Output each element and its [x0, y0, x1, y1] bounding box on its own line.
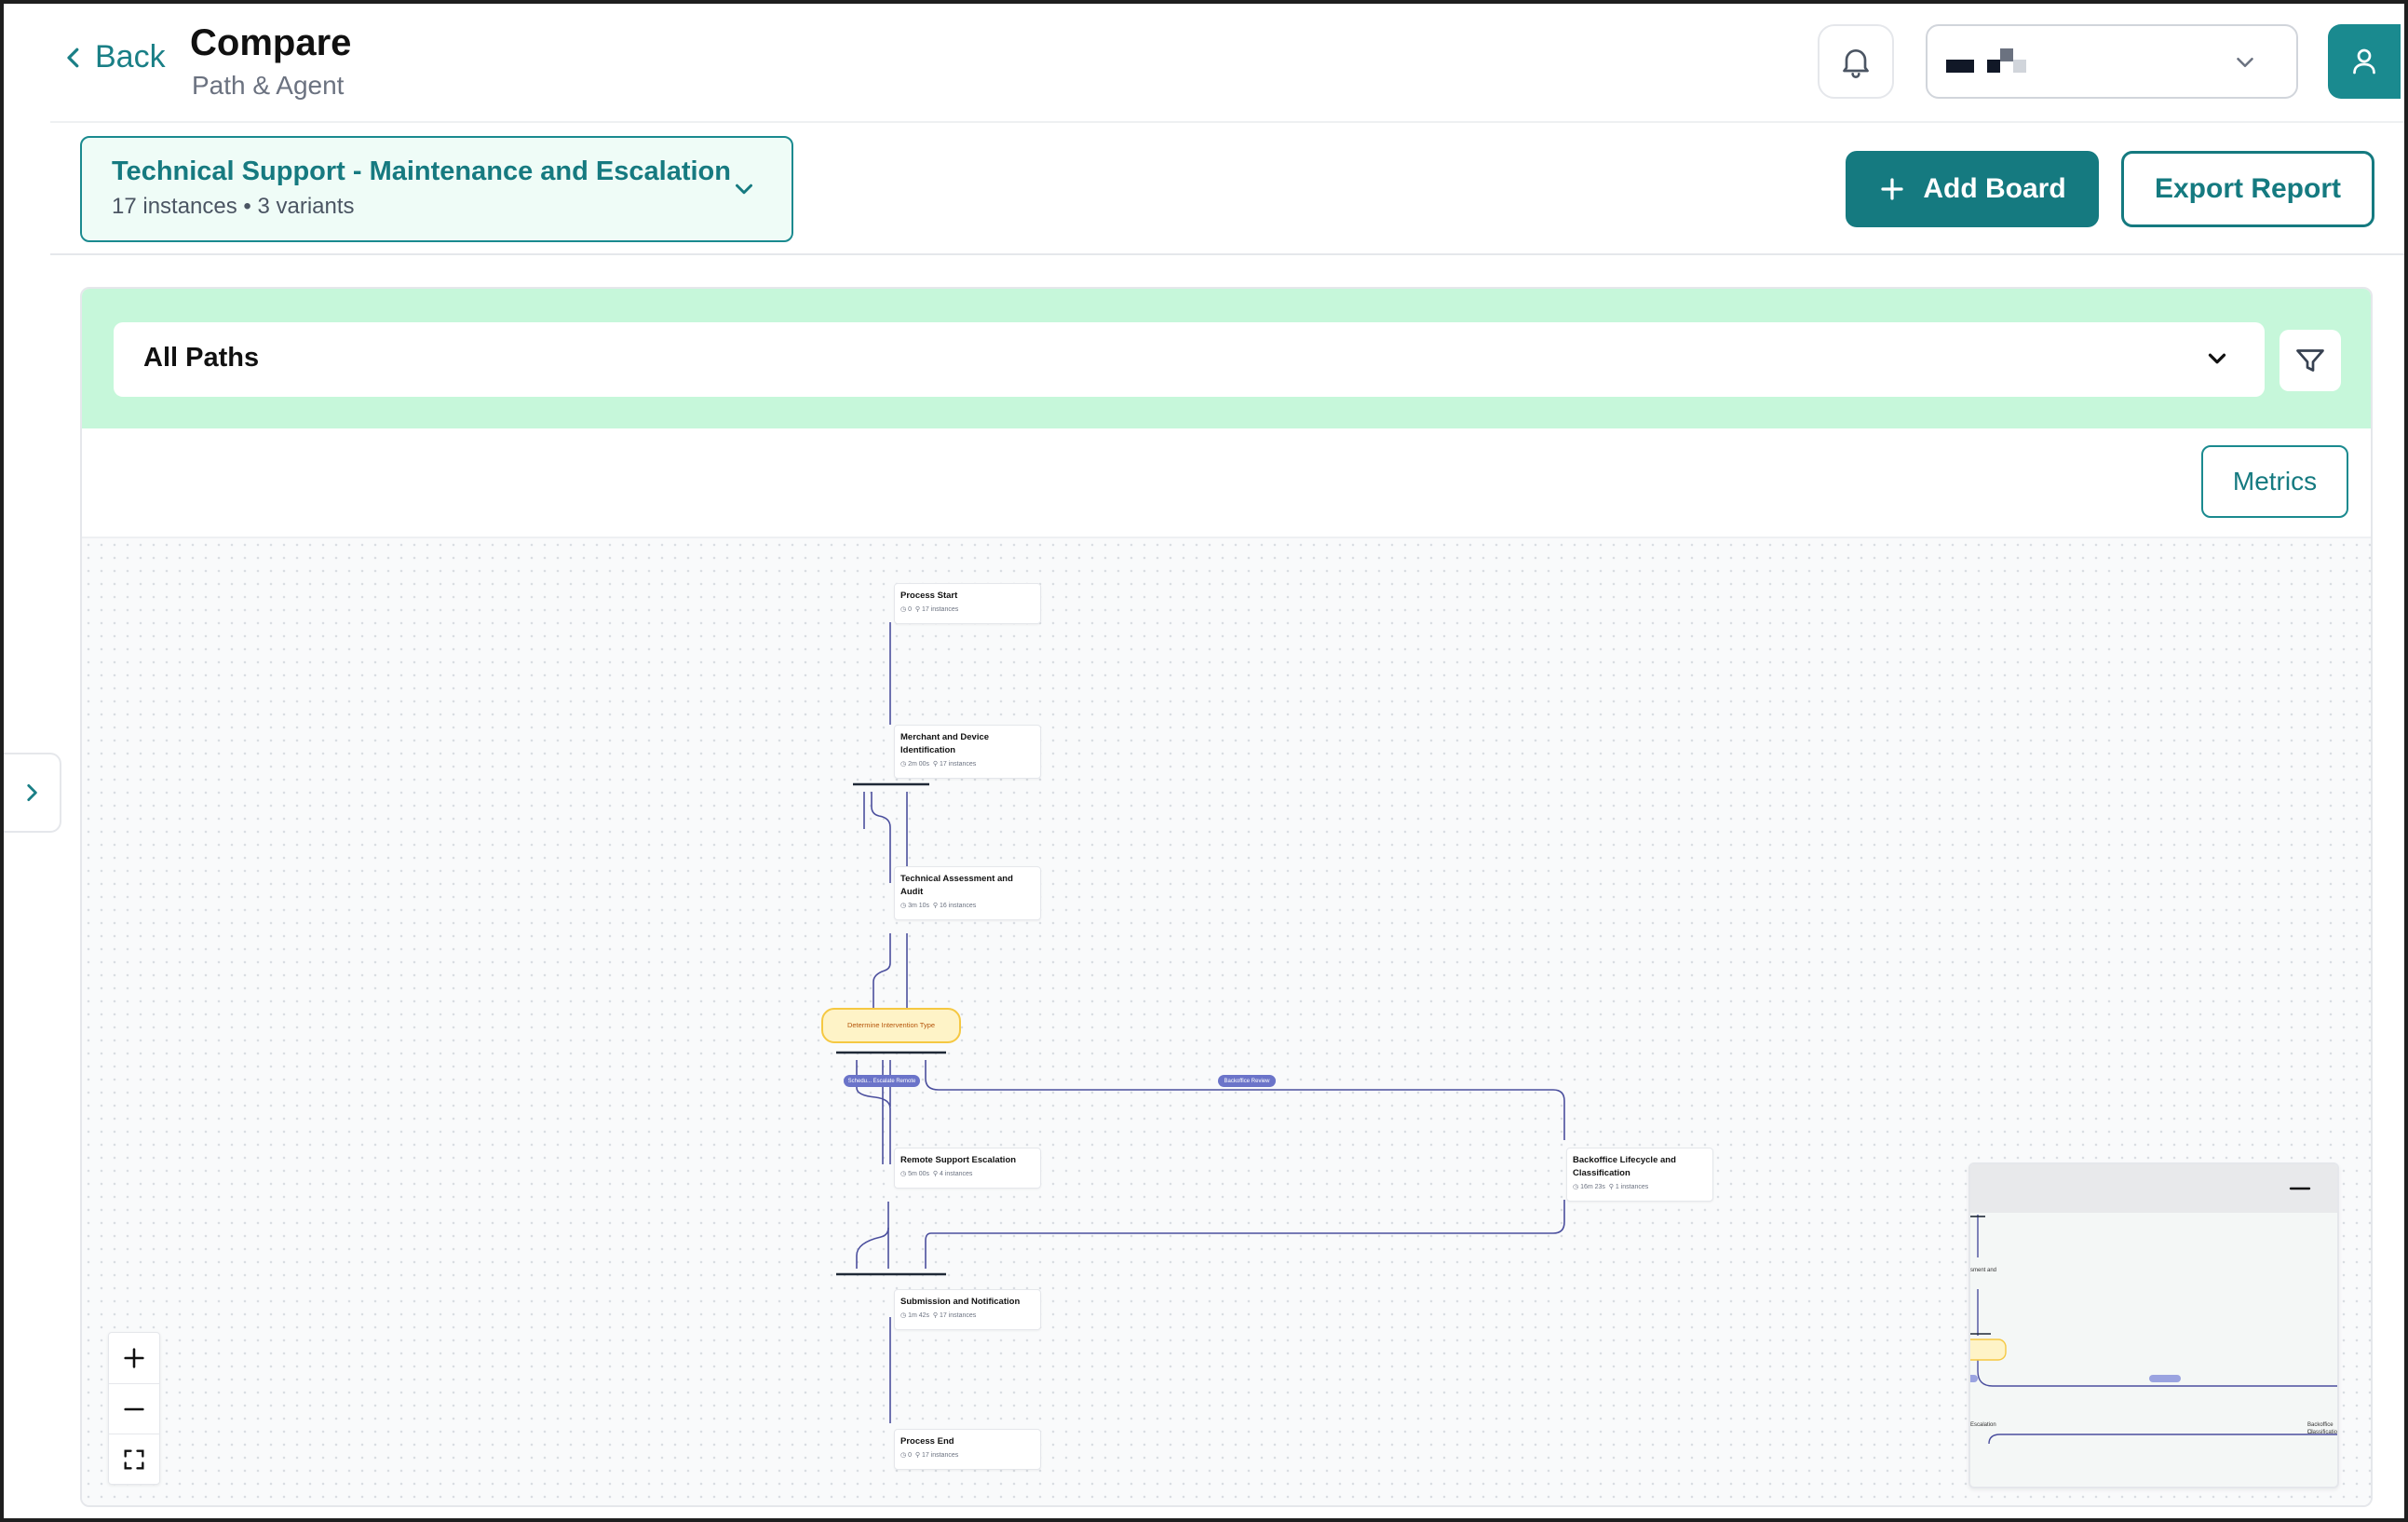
bell-icon — [1843, 49, 1869, 78]
organization-selector[interactable] — [1926, 24, 2298, 99]
node-instances: 16 instances — [940, 903, 977, 909]
branch-label-backoffice-review[interactable]: Backoffice Review — [1218, 1075, 1276, 1087]
node-title: Process Start — [900, 591, 958, 601]
node-duration: 16m 23s — [1580, 1184, 1605, 1190]
user-icon — [2353, 48, 2375, 75]
node-duration: 0 — [908, 1452, 912, 1459]
flow-node-remote-support-escalation[interactable]: Remote Support Escalation ◷ 5m 00s ⚲ 4 i… — [894, 1148, 1041, 1189]
fullscreen-icon — [124, 1449, 144, 1469]
minimap-edges — [1970, 1215, 2337, 1445]
export-report-button[interactable]: Export Report — [2121, 151, 2374, 227]
node-metrics: ◷ 0 ⚲ 17 instances — [900, 606, 959, 613]
plus-icon — [1881, 178, 1903, 200]
paths-dropdown-label: All Paths — [143, 343, 260, 373]
edge — [856, 1227, 889, 1269]
node-instances: 17 instances — [921, 606, 959, 613]
back-button[interactable]: Back — [60, 39, 166, 75]
node-duration: 2m 00s — [908, 761, 930, 768]
flow-node-backoffice-lifecycle[interactable]: Backoffice Lifecycle and Classification … — [1566, 1148, 1713, 1202]
node-title: Merchant and Device Identification — [900, 732, 990, 755]
header-divider — [50, 121, 2404, 123]
flow-node-process-end[interactable]: Process End ◷ 0 ⚲ 17 instances — [894, 1429, 1041, 1470]
process-selector[interactable]: Technical Support - Maintenance and Esca… — [80, 136, 793, 242]
edge — [925, 1200, 1565, 1269]
metrics-button[interactable]: Metrics — [2201, 445, 2348, 518]
node-title: Submission and Notification — [900, 1297, 1021, 1307]
zoom-out-button[interactable] — [109, 1383, 159, 1434]
edge — [873, 933, 891, 1010]
plus-icon — [124, 1348, 144, 1368]
flow-node-submission-notification[interactable]: Submission and Notification ◷ 1m 42s ⚲ 1… — [894, 1289, 1041, 1330]
node-instances: 17 instances — [921, 1452, 959, 1459]
node-instances: 1 instances — [1615, 1184, 1649, 1190]
page-subtitle: Path & Agent — [192, 71, 345, 100]
node-instances: 4 instances — [940, 1171, 973, 1177]
node-title: Process End — [900, 1436, 954, 1447]
minimap-label: Escalation — [1970, 1422, 1996, 1428]
filter-icon — [2296, 349, 2324, 372]
edge — [871, 792, 891, 883]
notifications-button[interactable] — [1818, 24, 1894, 99]
node-title: Backoffice Lifecycle and Classification — [1573, 1155, 1676, 1178]
branch-label-escalate-remote[interactable]: Schedu... Escalate Remote — [844, 1075, 920, 1087]
minimap[interactable]: sment and Escalation Backoffice Li Class… — [1968, 1162, 2339, 1488]
minimap-label: sment and — [1970, 1268, 1997, 1273]
node-duration: 1m 42s — [908, 1312, 930, 1319]
board-header: All Paths — [82, 289, 2371, 428]
node-duration: 3m 10s — [908, 903, 930, 909]
chevron-down-icon — [2237, 58, 2253, 67]
flow-node-technical-assessment[interactable]: Technical Assessment and Audit ◷ 3m 10s … — [894, 866, 1041, 920]
chevron-right-icon — [27, 784, 37, 801]
chevron-down-icon — [2208, 353, 2226, 364]
node-metrics: ◷ 3m 10s ⚲ 16 instances — [900, 903, 977, 909]
fit-view-button[interactable] — [109, 1434, 159, 1484]
node-instances: 17 instances — [940, 761, 977, 768]
node-duration: 0 — [908, 606, 912, 613]
organization-logo — [1946, 48, 2026, 73]
flow-node-merchant-identification[interactable]: Merchant and Device Identification ◷ 2m … — [894, 725, 1041, 779]
process-meta: 17 instances • 3 variants — [112, 194, 355, 219]
node-title: Remote Support Escalation — [900, 1155, 1017, 1165]
node-metrics: ◷ 2m 00s ⚲ 17 instances — [900, 761, 977, 768]
node-metrics: ◷ 16m 23s ⚲ 1 instances — [1573, 1184, 1649, 1190]
edge — [925, 1060, 1565, 1140]
zoom-in-button[interactable] — [109, 1333, 159, 1383]
add-board-button[interactable]: Add Board — [1846, 151, 2099, 227]
add-board-label: Add Board — [1923, 173, 2066, 204]
node-metrics: ◷ 0 ⚲ 17 instances — [900, 1452, 959, 1459]
decision-node-intervention-type[interactable]: Determine Intervention Type — [821, 1008, 961, 1043]
sidebar-toggle-button[interactable] — [4, 753, 61, 833]
page-title: Compare — [190, 22, 352, 63]
app-window: Back Compare Path & Agent Technical Supp… — [0, 0, 2408, 1522]
paths-dropdown[interactable]: All Paths — [114, 322, 2265, 397]
flow-node-process-start[interactable]: Process Start ◷ 0 ⚲ 17 instances — [894, 583, 1041, 624]
flow-canvas[interactable]: Process Start ◷ 0 ⚲ 17 instances Merchan… — [82, 537, 2371, 1505]
compare-board: All Paths Metrics Process Start ◷ 0 ⚲ 17… — [80, 287, 2373, 1507]
minus-icon — [124, 1407, 144, 1410]
chevron-down-icon — [736, 183, 752, 195]
node-duration: 5m 00s — [908, 1171, 930, 1177]
back-label: Back — [95, 39, 166, 75]
node-title: Technical Assessment and Audit — [900, 874, 1013, 897]
process-name: Technical Support - Maintenance and Esca… — [112, 156, 731, 186]
section-divider — [50, 253, 2404, 255]
node-metrics: ◷ 5m 00s ⚲ 4 instances — [900, 1171, 973, 1177]
zoom-controls — [108, 1332, 160, 1485]
node-metrics: ◷ 1m 42s ⚲ 17 instances — [900, 1312, 977, 1319]
chevron-left-icon — [67, 48, 79, 67]
node-instances: 17 instances — [940, 1312, 977, 1319]
filter-button[interactable] — [2279, 330, 2341, 391]
minimap-label: Classification — [2307, 1430, 2339, 1435]
user-avatar-button[interactable] — [2328, 24, 2401, 99]
